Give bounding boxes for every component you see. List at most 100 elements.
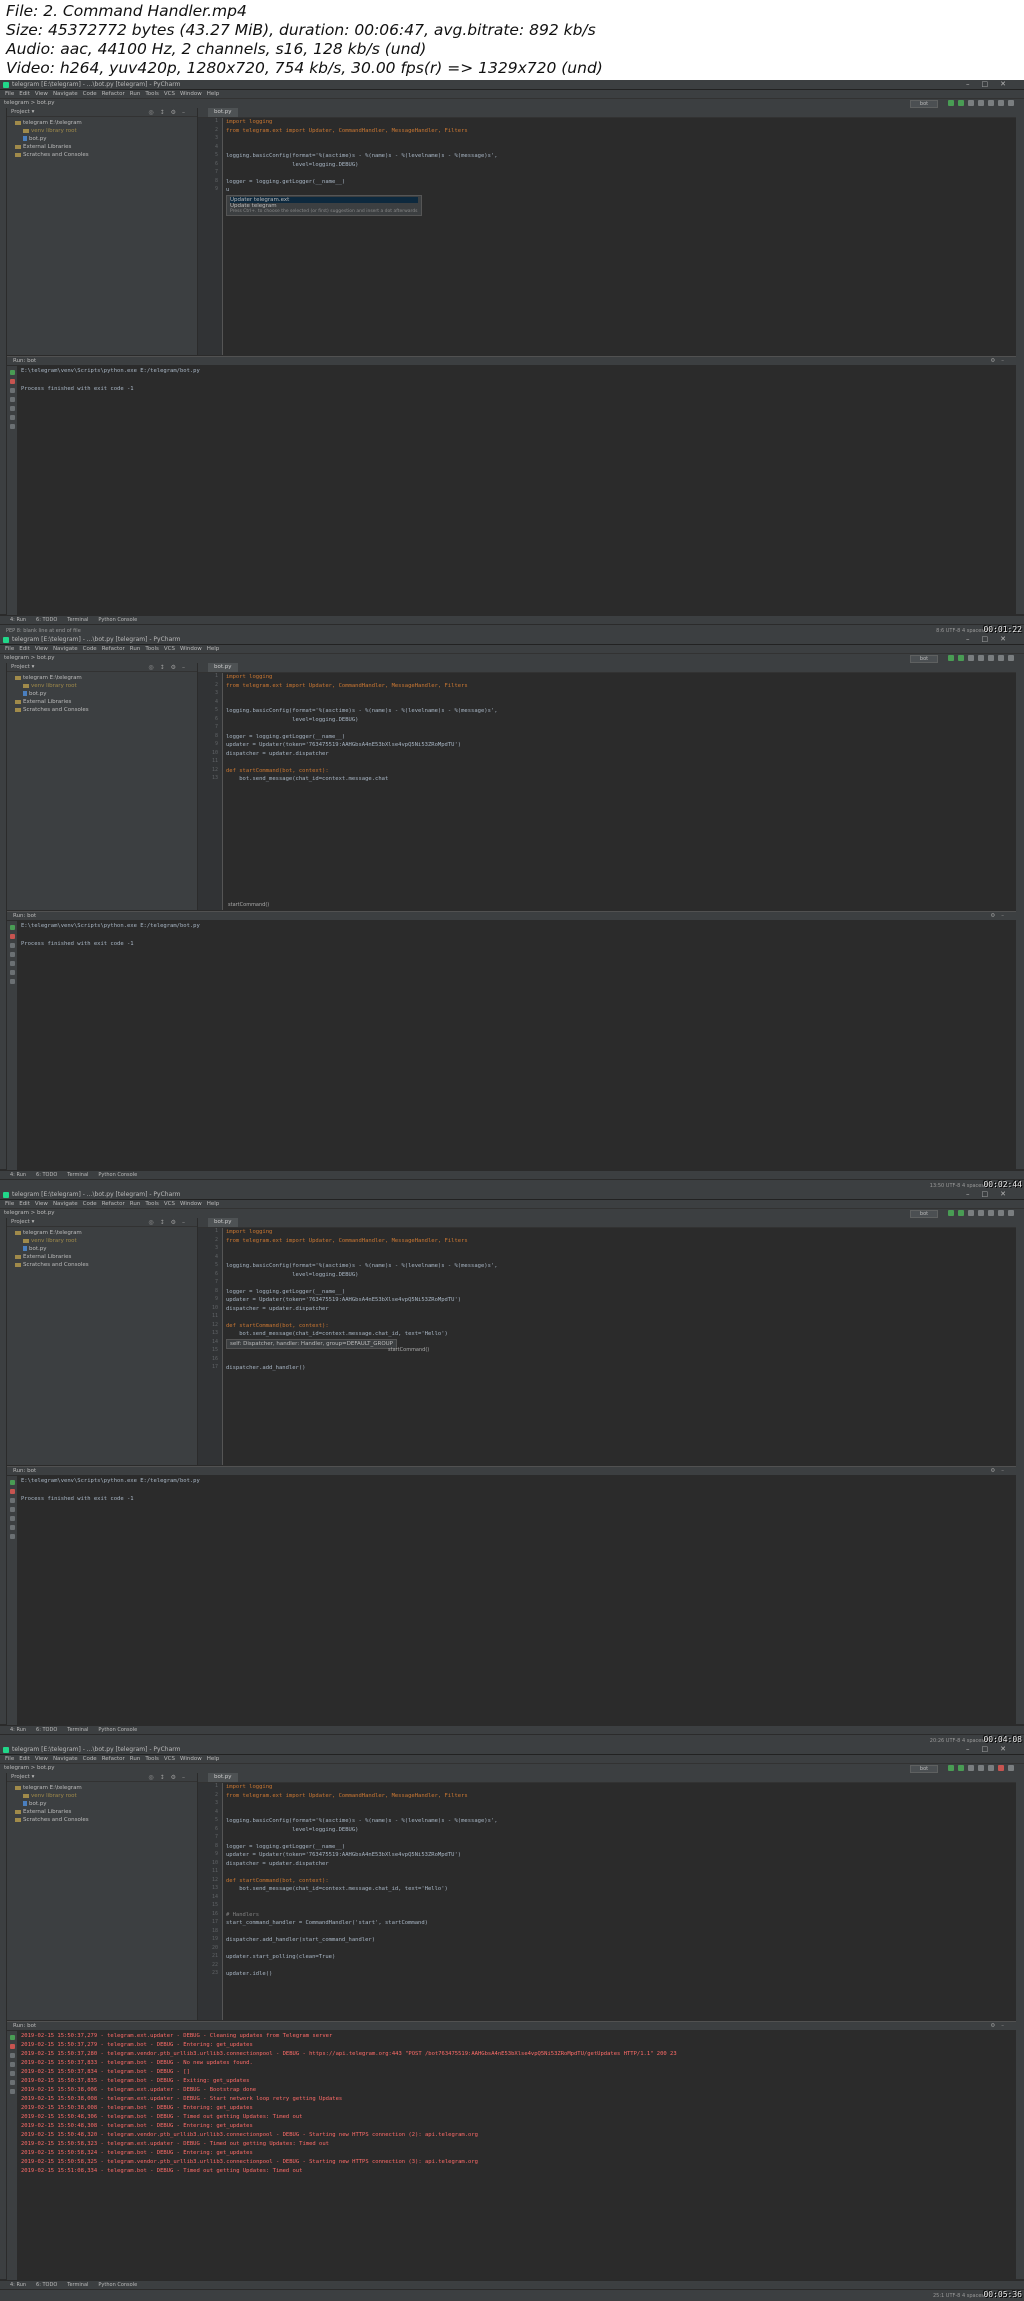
run-panel-tools[interactable]: ⚙– <box>990 357 1010 365</box>
code-line[interactable] <box>226 1902 229 1911</box>
code-line[interactable] <box>226 699 229 708</box>
tool-window-tab[interactable]: 4: Run <box>10 1171 26 1179</box>
code-line[interactable]: updater.start_polling(clean=True) <box>226 1953 335 1962</box>
tool-window-tab[interactable]: 6: TODO <box>36 1726 57 1734</box>
editor-tab-bot-py[interactable]: bot.py <box>208 663 238 672</box>
menu-item-help[interactable]: Help <box>207 1201 220 1207</box>
menu-item-code[interactable]: Code <box>83 646 97 652</box>
search-icon[interactable] <box>1008 655 1014 661</box>
code-line[interactable] <box>226 1834 229 1843</box>
tree-item[interactable]: External Libraries <box>11 698 197 706</box>
code-line[interactable]: level=logging.DEBUG) <box>226 161 358 170</box>
tree-item[interactable]: venv library root <box>11 1237 197 1245</box>
code-line[interactable]: logger = logging.getLogger(__name__) <box>226 1288 345 1297</box>
stop-run-icon[interactable] <box>9 934 15 939</box>
rerun-icon[interactable] <box>9 1480 15 1485</box>
project-panel-tools[interactable]: ◎↕⚙– <box>148 1219 191 1226</box>
coverage-icon[interactable] <box>968 1765 974 1771</box>
stop-run-icon[interactable] <box>9 1489 15 1494</box>
code-line[interactable]: logging.basicConfig(format='%(asctime)s … <box>226 1817 498 1826</box>
tree-item[interactable]: bot.py <box>11 135 197 143</box>
tool-window-tab[interactable]: Python Console <box>98 2281 137 2289</box>
tree-item[interactable]: telegram E:\telegram <box>11 1784 197 1792</box>
stop-icon[interactable] <box>998 1210 1004 1216</box>
breadcrumb[interactable]: telegram > bot.py <box>4 1765 55 1771</box>
wrap-icon[interactable] <box>9 1507 15 1512</box>
scroll-icon[interactable] <box>9 2071 15 2076</box>
menu-item-run[interactable]: Run <box>130 646 141 652</box>
menu-item-vcs[interactable]: VCS <box>164 646 175 652</box>
menu-item-navigate[interactable]: Navigate <box>53 1201 78 1207</box>
stop-icon[interactable] <box>998 655 1004 661</box>
menu-item-file[interactable]: File <box>5 91 14 97</box>
pause-icon[interactable] <box>9 1498 15 1503</box>
menu-item-tools[interactable]: Tools <box>145 91 159 97</box>
code-line[interactable] <box>226 724 229 733</box>
debug-icon[interactable] <box>958 655 964 661</box>
menu-item-help[interactable]: Help <box>207 646 220 652</box>
code-line[interactable]: from telegram.ext import Updater, Comman… <box>226 1792 468 1801</box>
tree-item[interactable]: telegram E:\telegram <box>11 119 197 127</box>
tree-item[interactable]: venv library root <box>11 1792 197 1800</box>
code-line[interactable]: def startCommand(bot, context): <box>226 1877 329 1886</box>
code-line[interactable]: logging.basicConfig(format='%(asctime)s … <box>226 707 498 716</box>
menu-item-view[interactable]: View <box>35 1756 48 1762</box>
run-tab-name[interactable]: bot <box>27 1468 36 1474</box>
pause-icon[interactable] <box>9 388 15 393</box>
project-label[interactable]: Project ▾ <box>11 1219 34 1225</box>
run-config-select[interactable]: bot <box>910 100 938 108</box>
print-icon[interactable] <box>9 970 15 975</box>
stop-run-icon[interactable] <box>9 2044 15 2049</box>
project-panel-tools[interactable]: ◎↕⚙– <box>148 109 191 116</box>
rerun-icon[interactable] <box>9 2035 15 2040</box>
menu-item-view[interactable]: View <box>35 1201 48 1207</box>
code-line[interactable] <box>226 1809 229 1818</box>
tree-item[interactable]: Scratches and Consoles <box>11 151 197 159</box>
menu-item-refactor[interactable]: Refactor <box>102 1756 125 1762</box>
menu-item-run[interactable]: Run <box>130 1201 141 1207</box>
project-label[interactable]: Project ▾ <box>11 109 34 115</box>
menu-item-run[interactable]: Run <box>130 1756 141 1762</box>
menu-item-code[interactable]: Code <box>83 1756 97 1762</box>
code-line[interactable]: # Handlers <box>226 1911 259 1920</box>
menu-item-window[interactable]: Window <box>180 91 202 97</box>
run-icon[interactable] <box>948 655 954 661</box>
code-line[interactable]: import logging <box>226 1783 272 1792</box>
project-panel-tools[interactable]: ◎↕⚙– <box>148 1774 191 1781</box>
menu-item-file[interactable]: File <box>5 1201 14 1207</box>
tree-item[interactable]: Scratches and Consoles <box>11 1816 197 1824</box>
autocomplete-popup[interactable]: Updater telegram.ext Update telegram Press… <box>226 194 422 216</box>
popup-item[interactable]: Press Ctrl+. to choose the selected (or … <box>230 209 418 214</box>
code-line[interactable]: logger = logging.getLogger(__name__) <box>226 1843 345 1852</box>
run-config-select[interactable]: bot <box>910 1210 938 1218</box>
profile-icon[interactable] <box>978 1210 984 1216</box>
menu-item-tools[interactable]: Tools <box>145 1201 159 1207</box>
menu-item-window[interactable]: Window <box>180 646 202 652</box>
code-line[interactable]: from telegram.ext import Updater, Comman… <box>226 682 468 691</box>
tool-window-tab[interactable]: Terminal <box>67 2281 88 2289</box>
pause-icon[interactable] <box>9 2053 15 2058</box>
code-line[interactable]: logger = logging.getLogger(__name__) <box>226 733 345 742</box>
code-line[interactable]: updater = Updater(token='763475519:AAHGb… <box>226 741 461 750</box>
menu-item-edit[interactable]: Edit <box>19 91 30 97</box>
tree-item[interactable]: telegram E:\telegram <box>11 1229 197 1237</box>
window-controls[interactable]: –□✕ <box>966 1190 1018 1198</box>
run-tab-name[interactable]: bot <box>27 2023 36 2029</box>
code-line[interactable]: dispatcher.add_handler(start_command_han… <box>226 1936 375 1945</box>
code-line[interactable] <box>226 690 229 699</box>
breadcrumb[interactable]: telegram > bot.py <box>4 1210 55 1216</box>
code-line[interactable] <box>226 1245 229 1254</box>
menu-item-code[interactable]: Code <box>83 91 97 97</box>
code-line[interactable]: updater.idle() <box>226 1970 272 1979</box>
run-icon[interactable] <box>948 100 954 106</box>
code-line[interactable] <box>226 1962 229 1971</box>
rerun-icon[interactable] <box>9 370 15 375</box>
profile-icon[interactable] <box>978 1765 984 1771</box>
run-icon[interactable] <box>948 1210 954 1216</box>
concurrency-icon[interactable] <box>988 1210 994 1216</box>
tree-item[interactable]: venv library root <box>11 682 197 690</box>
scroll-icon[interactable] <box>9 961 15 966</box>
menu-item-navigate[interactable]: Navigate <box>53 646 78 652</box>
window-controls[interactable]: –□✕ <box>966 1745 1018 1753</box>
code-line[interactable] <box>226 144 229 153</box>
